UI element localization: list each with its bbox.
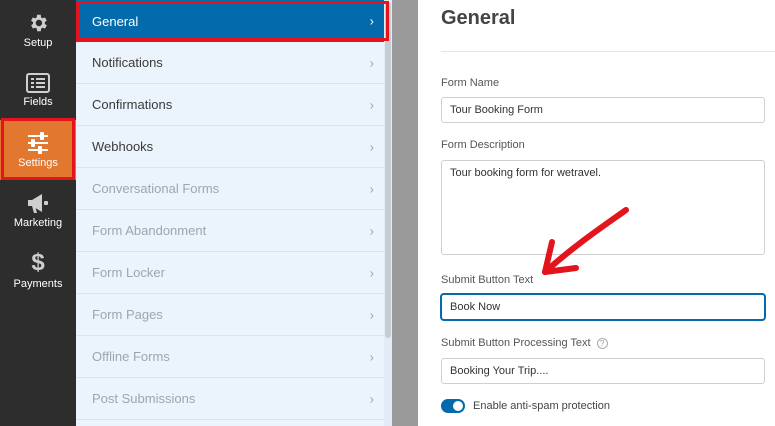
antispam-label: Enable anti-spam protection [473,400,610,412]
menu-item-label: Offline Forms [92,349,170,364]
general-settings-panel: General Form Name Form Description Tour … [418,0,775,426]
form-description-label: Form Description [441,139,525,151]
submit-button-text-label: Submit Button Text [441,274,534,286]
menu-item-notifications[interactable]: Notifications › [76,42,384,84]
processing-text-input[interactable] [441,358,765,384]
menu-item-offline-forms[interactable]: Offline Forms › [76,336,384,378]
processing-text-label-row: Submit Button Processing Text? [441,337,608,349]
chevron-right-icon: › [369,391,374,406]
sidebar-item-fields[interactable]: Fields [0,60,76,120]
sidebar-item-setup[interactable]: Setup [0,0,76,60]
panel-gutter [392,0,418,426]
form-name-label: Form Name [441,77,500,89]
sidebar-item-label: Settings [18,156,58,169]
builder-sidebar: Setup Fields Settings Marketing $ Paymen… [0,0,76,426]
sidebar-item-settings[interactable]: Settings [0,120,76,180]
menu-item-post-submissions[interactable]: Post Submissions › [76,378,384,420]
menu-item-label: Post Submissions [92,391,196,406]
fields-icon [26,72,50,93]
sidebar-item-label: Setup [23,36,53,49]
chevron-right-icon: › [369,181,374,196]
gear-icon [27,12,49,34]
menu-item-label: Notifications [92,55,163,70]
submit-button-text-input[interactable] [441,294,765,320]
sidebar-item-payments[interactable]: $ Payments [0,240,76,300]
divider [441,51,775,52]
sidebar-item-marketing[interactable]: Marketing [0,180,76,240]
sliders-icon [26,131,50,154]
chevron-right-icon: › [369,97,374,112]
menu-item-label: Form Locker [92,265,165,280]
menu-item-general[interactable]: General › [76,0,384,42]
menu-item-form-abandonment[interactable]: Form Abandonment › [76,210,384,252]
form-name-input[interactable] [441,97,765,123]
processing-text-label: Submit Button Processing Text [441,337,591,349]
sidebar-item-label: Marketing [13,216,63,229]
menu-item-label: Confirmations [92,97,173,112]
menu-scrollbar-thumb[interactable] [385,2,391,338]
chevron-right-icon: › [369,55,374,70]
sidebar-item-label: Fields [23,95,53,108]
menu-item-label: Form Abandonment [92,223,207,238]
sidebar-item-label: Payments [13,277,63,290]
page-title: General [441,7,516,29]
settings-menu: General › Notifications › Confirmations … [76,0,392,426]
chevron-right-icon: › [369,139,374,154]
menu-item-label: Form Pages [92,307,163,322]
chevron-right-icon: › [369,307,374,322]
menu-scrollbar[interactable] [384,0,392,426]
menu-item-label: Conversational Forms [92,181,220,196]
menu-item-webhooks[interactable]: Webhooks › [76,126,384,168]
chevron-right-icon: › [369,223,374,238]
menu-item-conversational-forms[interactable]: Conversational Forms › [76,168,384,210]
form-description-textarea[interactable]: Tour booking form for wetravel. [441,160,765,255]
help-icon[interactable]: ? [596,337,608,349]
chevron-right-icon: › [369,349,374,364]
antispam-toggle[interactable] [441,399,465,413]
chevron-right-icon: › [369,265,374,280]
chevron-right-icon: › [369,13,374,29]
toggle-knob [453,401,463,411]
menu-item-label: Webhooks [92,139,154,154]
menu-item-form-pages[interactable]: Form Pages › [76,294,384,336]
dollar-icon: $ [31,248,45,276]
megaphone-icon [26,192,50,214]
menu-item-label: General [92,13,139,29]
menu-item-confirmations[interactable]: Confirmations › [76,84,384,126]
menu-item-form-locker[interactable]: Form Locker › [76,252,384,294]
